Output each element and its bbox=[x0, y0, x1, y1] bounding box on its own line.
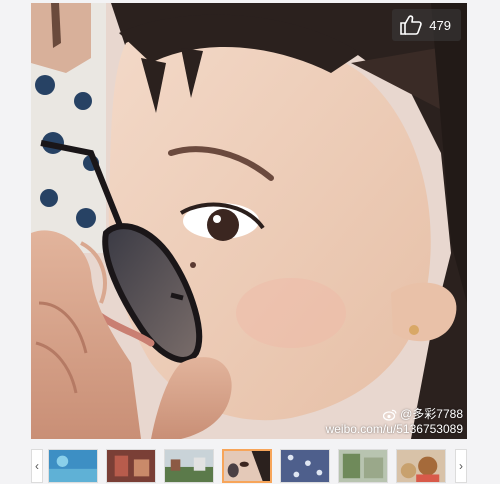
photo-image bbox=[31, 3, 467, 439]
thumbnail-2[interactable] bbox=[106, 449, 156, 483]
thumbnail-1[interactable] bbox=[48, 449, 98, 483]
thumbnail-image bbox=[49, 450, 97, 482]
thumbnail-image bbox=[224, 451, 270, 481]
thumbnail-image bbox=[281, 450, 329, 482]
thumbnail-list bbox=[48, 449, 450, 483]
watermark-user-line: @多彩7788 bbox=[326, 407, 463, 422]
watermark: @多彩7788 weibo.com/u/5136753089 bbox=[326, 407, 463, 437]
thumbnail-strip: ‹ › bbox=[31, 449, 467, 483]
chevron-right-icon: › bbox=[459, 459, 463, 473]
watermark-user: @多彩7788 bbox=[400, 407, 463, 421]
thumbnail-3[interactable] bbox=[164, 449, 214, 483]
prev-thumbnails-button[interactable]: ‹ bbox=[31, 449, 43, 483]
thumbnail-5[interactable] bbox=[280, 449, 330, 483]
like-count: 479 bbox=[429, 17, 451, 33]
thumbnail-4-active[interactable] bbox=[222, 449, 272, 483]
thumbnail-image bbox=[339, 450, 387, 482]
thumbnail-image bbox=[165, 450, 213, 482]
thumbs-up-icon bbox=[400, 15, 423, 35]
thumbnail-6[interactable] bbox=[338, 449, 388, 483]
weibo-icon bbox=[383, 409, 397, 421]
photo-viewer: 479 @多彩7788 weibo.com/u/5136753089 ‹ › bbox=[0, 0, 500, 484]
thumbnail-image bbox=[397, 450, 445, 482]
like-button[interactable]: 479 bbox=[392, 9, 461, 41]
main-photo[interactable]: 479 @多彩7788 weibo.com/u/5136753089 bbox=[31, 3, 467, 439]
next-thumbnails-button[interactable]: › bbox=[455, 449, 467, 483]
thumbnail-image bbox=[107, 450, 155, 482]
thumbnail-7[interactable] bbox=[396, 449, 446, 483]
chevron-left-icon: ‹ bbox=[35, 459, 39, 473]
watermark-url: weibo.com/u/5136753089 bbox=[325, 422, 463, 436]
